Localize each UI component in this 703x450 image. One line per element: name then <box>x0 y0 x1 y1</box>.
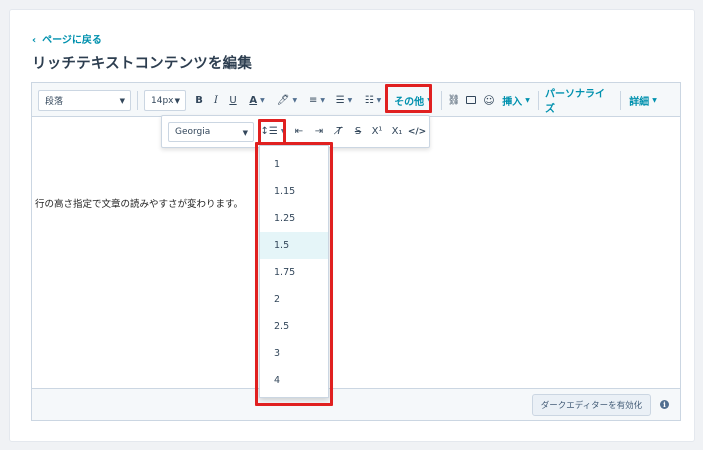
line-height-option[interactable]: 4 <box>260 367 328 394</box>
indent-icon: ⇥ <box>314 126 324 137</box>
insert-button-label: 挿入 <box>502 96 523 108</box>
chevron-left-icon: ‹ <box>32 35 37 46</box>
insert-button[interactable]: 挿入 ▼ <box>500 83 532 117</box>
line-height-icon: ↕☰ <box>260 126 278 137</box>
outdent-button[interactable]: ⇤ <box>292 116 306 147</box>
toolbar-divider <box>137 91 138 110</box>
advanced-button[interactable]: 詳細 ▼ <box>627 83 659 117</box>
subscript-button[interactable]: X₁ <box>389 116 405 147</box>
line-height-option[interactable]: 1.5 <box>260 232 328 259</box>
line-height-option[interactable]: 1.25 <box>260 205 328 232</box>
advanced-button-label: 詳細 <box>629 96 650 108</box>
editor-toolbar: 段落 ▼ 14px ▼ B I U A ▼ 🖊︎ ▼ ≡ ▼ ☰ ▼ ☷ ▼ そ… <box>32 83 680 117</box>
italic-button[interactable]: I <box>210 83 222 117</box>
back-link[interactable]: ‹ ページに戻る <box>32 31 102 46</box>
more-button[interactable]: その他 ▼ <box>392 83 434 117</box>
emoji-icon: ☺ <box>483 93 495 107</box>
source-code-button[interactable]: </> <box>408 116 426 147</box>
caret-down-icon: ▼ <box>280 128 286 135</box>
block-format-select[interactable]: 段落 ▼ <box>38 90 131 111</box>
highlighter-icon: 🖊︎ <box>276 94 290 106</box>
numbered-list-icon: ☷ <box>364 94 374 106</box>
bullet-list-button[interactable]: ☰ ▼ <box>332 83 356 117</box>
strikethrough-button[interactable]: S <box>351 116 365 147</box>
block-format-value: 段落 <box>45 97 64 107</box>
info-icon[interactable]: i <box>660 400 669 409</box>
more-formatting-toolbar: Georgia ▼ ↕☰ ▼ ⇤ ⇥ T̸ S X¹ X₁ </> <box>161 115 430 148</box>
line-height-menu: 1 1.15 1.25 1.5 1.75 2 2.5 3 4 <box>259 145 329 398</box>
emoji-button[interactable]: ☺ <box>482 83 496 117</box>
link-icon: ⛓︎ <box>447 94 461 106</box>
editor-footer: ダークエディターを有効化 i <box>32 388 680 420</box>
line-height-option[interactable]: 2 <box>260 286 328 313</box>
font-color-button[interactable]: A ▼ <box>244 83 270 117</box>
line-height-option[interactable]: 2.5 <box>260 313 328 340</box>
line-height-button[interactable]: ↕☰ ▼ <box>260 116 286 147</box>
numbered-list-button[interactable]: ☷ ▼ <box>361 83 385 117</box>
dark-editor-button[interactable]: ダークエディターを有効化 <box>532 394 651 416</box>
bullet-list-icon: ☰ <box>335 94 345 106</box>
highlight-color-button[interactable]: 🖊︎ ▼ <box>275 83 299 117</box>
image-button[interactable] <box>464 83 478 117</box>
font-family-value: Georgia <box>175 127 211 137</box>
font-size-select[interactable]: 14px ▼ <box>144 90 186 111</box>
caret-down-icon: ▼ <box>320 96 325 104</box>
clear-formatting-icon: T̸ <box>335 126 343 137</box>
font-color-icon: A <box>249 94 258 106</box>
caret-down-icon: ▼ <box>260 96 265 104</box>
caret-down-icon: ▼ <box>292 96 298 104</box>
caret-down-icon: ▼ <box>427 96 432 104</box>
more-button-label: その他 <box>394 96 425 108</box>
toolbar-divider <box>441 91 442 110</box>
font-family-select[interactable]: Georgia ▼ <box>168 122 254 142</box>
strikethrough-icon: S <box>354 126 362 137</box>
caret-down-icon: ▼ <box>347 96 353 104</box>
image-icon <box>466 96 476 104</box>
link-button[interactable]: ⛓︎ <box>447 83 461 117</box>
caret-down-icon: ▼ <box>652 96 657 104</box>
line-height-option[interactable]: 1.75 <box>260 259 328 286</box>
page-card: ‹ ページに戻る リッチテキストコンテンツを編集 段落 ▼ 14px ▼ B I … <box>9 9 695 442</box>
underline-button[interactable]: U <box>227 83 239 117</box>
line-height-option[interactable]: 1.15 <box>260 178 328 205</box>
line-height-option[interactable]: 1 <box>260 151 328 178</box>
toolbar-divider <box>538 91 539 110</box>
personalize-button-label: パーソナライズ <box>545 89 605 115</box>
caret-down-icon: ▼ <box>119 97 125 105</box>
code-icon: </> <box>407 126 427 137</box>
align-left-icon: ≡ <box>308 94 318 106</box>
editor-body-text[interactable]: 行の高さ指定で文章の読みやすさが変わります。 <box>35 196 243 210</box>
toolbar-divider <box>620 91 621 110</box>
superscript-button[interactable]: X¹ <box>369 116 385 147</box>
indent-button[interactable]: ⇥ <box>312 116 326 147</box>
personalize-button[interactable]: パーソナライズ <box>545 83 613 117</box>
caret-down-icon: ▼ <box>174 97 180 105</box>
back-link-label: ページに戻る <box>42 35 102 46</box>
outdent-icon: ⇤ <box>294 126 304 137</box>
bold-button[interactable]: B <box>193 83 205 117</box>
align-button[interactable]: ≡ ▼ <box>306 83 328 117</box>
page-title: リッチテキストコンテンツを編集 <box>32 56 253 72</box>
clear-formatting-button[interactable]: T̸ <box>332 116 346 147</box>
font-size-value: 14px <box>151 95 174 106</box>
caret-down-icon: ▼ <box>376 96 382 104</box>
caret-down-icon: ▼ <box>242 129 248 137</box>
caret-down-icon: ▼ <box>525 96 530 104</box>
line-height-option[interactable]: 3 <box>260 340 328 367</box>
